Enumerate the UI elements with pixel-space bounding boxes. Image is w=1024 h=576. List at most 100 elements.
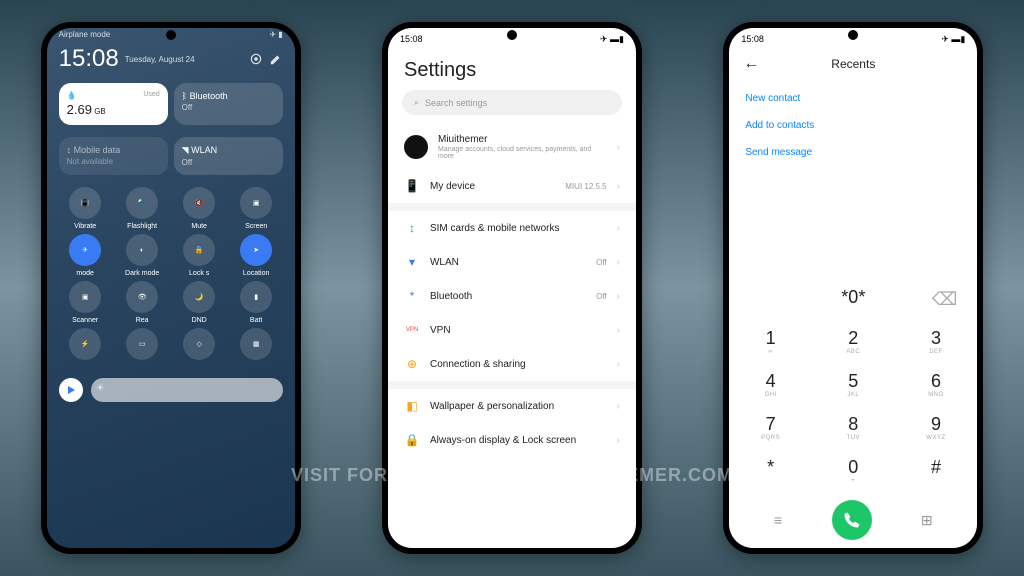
key-3[interactable]: 3DEF bbox=[895, 320, 978, 363]
row-icon: 🔒 bbox=[404, 432, 420, 448]
key-1[interactable]: 1∞ bbox=[729, 320, 812, 363]
bottom-row: ☀ bbox=[47, 370, 295, 410]
clock-date: Tuesday, August 24 bbox=[125, 55, 243, 64]
settings-row-wallpaper-personalization[interactable]: ◧Wallpaper & personalization› bbox=[388, 389, 636, 423]
toggle-icon: 🔇 bbox=[183, 187, 215, 219]
brightness-slider[interactable]: ☀ bbox=[91, 378, 283, 402]
link-add-to-contacts[interactable]: Add to contacts bbox=[745, 112, 961, 139]
backspace-button[interactable]: ⌫ bbox=[932, 289, 957, 310]
media-play-button[interactable] bbox=[59, 378, 83, 402]
link-new-contact[interactable]: New contact bbox=[745, 85, 961, 112]
wlan-tile[interactable]: ◥ WLAN Off bbox=[174, 137, 283, 175]
key-number: 1 bbox=[729, 328, 812, 349]
key-4[interactable]: 4GHI bbox=[729, 363, 812, 406]
key-number: * bbox=[729, 457, 812, 478]
toggle-icon: ▭ bbox=[126, 328, 158, 360]
edit-icon[interactable] bbox=[269, 52, 283, 66]
key-5[interactable]: 5JKL bbox=[812, 363, 895, 406]
toggle-Flashlight[interactable]: 🔦Flashlight bbox=[116, 187, 169, 230]
data-usage-tile[interactable]: 💧Used 2.69 GB bbox=[59, 83, 168, 125]
toggle-label: mode bbox=[76, 270, 94, 277]
toggle-label: Screen bbox=[245, 223, 267, 230]
toggle-Scanner[interactable]: ▣Scanner bbox=[59, 281, 112, 324]
toggle-blank[interactable]: ▭ bbox=[116, 328, 169, 364]
key-8[interactable]: 8TUV bbox=[812, 406, 895, 449]
key-2[interactable]: 2ABC bbox=[812, 320, 895, 363]
bluetooth-tile[interactable]: ᛒ Bluetooth Off bbox=[174, 83, 283, 125]
row-name: VPN bbox=[430, 325, 607, 336]
search-input[interactable]: ⌕Search settings bbox=[402, 90, 622, 115]
settings-row-my-device[interactable]: 📱My deviceMIUI 12.5.5› bbox=[388, 169, 636, 203]
settings-icon[interactable] bbox=[249, 52, 263, 66]
data-unit: GB bbox=[94, 107, 106, 116]
dialer-actions: ≡ ⊞ bbox=[729, 492, 977, 548]
dialpad: *0* ⌫ 1∞2ABC3DEF 4GHI5JKL6MNO 7PQRS8TUV9WX… bbox=[729, 275, 977, 548]
camera-notch bbox=[166, 30, 176, 40]
md-title: Mobile data bbox=[74, 145, 121, 155]
bluetooth-icon: ᛒ bbox=[182, 91, 190, 101]
toggle-DND[interactable]: 🌙DND bbox=[173, 281, 226, 324]
key-number: 5 bbox=[812, 371, 895, 392]
toggle-label: Scanner bbox=[72, 317, 98, 324]
toggle-mode[interactable]: ✈mode bbox=[59, 234, 112, 277]
row-icon: * bbox=[404, 288, 420, 304]
battery-icon: ✈ ▬▮ bbox=[600, 34, 624, 45]
chevron-right-icon: › bbox=[617, 325, 620, 336]
back-button[interactable]: ← bbox=[743, 55, 759, 73]
toggle-icon: ▣ bbox=[240, 187, 272, 219]
link-send-message[interactable]: Send message bbox=[745, 139, 961, 166]
key-*[interactable]: * bbox=[729, 449, 812, 492]
chevron-right-icon: › bbox=[617, 181, 620, 192]
settings-row-sim-cards-mobile-networks[interactable]: ↕SIM cards & mobile networks› bbox=[388, 211, 636, 245]
toggle-Rea[interactable]: 👁Rea bbox=[116, 281, 169, 324]
key-#[interactable]: # bbox=[895, 449, 978, 492]
settings-row-connection-sharing[interactable]: ⊕Connection & sharing› bbox=[388, 347, 636, 381]
camera-notch bbox=[507, 30, 517, 40]
dialer-screen: 15:08✈ ▬▮ ← Recents New contactAdd to co… bbox=[729, 28, 977, 548]
settings-row-vpn[interactable]: VPNVPN› bbox=[388, 313, 636, 347]
wlan-title: WLAN bbox=[191, 145, 217, 155]
row-name: Wallpaper & personalization bbox=[430, 401, 607, 412]
dialpad-icon[interactable]: ⊞ bbox=[921, 512, 933, 529]
key-number: 8 bbox=[812, 414, 895, 435]
key-letters: ∞ bbox=[729, 349, 812, 355]
key-letters: JKL bbox=[812, 392, 895, 398]
wlan-icon: ◥ bbox=[182, 145, 191, 155]
mobile-data-tile[interactable]: ↕ Mobile data Not available bbox=[59, 137, 168, 175]
key-letters: + bbox=[812, 478, 895, 484]
md-status: Not available bbox=[67, 157, 160, 166]
account-name: Miuithemer bbox=[438, 134, 607, 145]
toggle-Vibrate[interactable]: 📳Vibrate bbox=[59, 187, 112, 230]
toggle-icon: 👁 bbox=[126, 281, 158, 313]
settings-row-wlan[interactable]: ▾WLANOff› bbox=[388, 245, 636, 279]
toggle-Lock s[interactable]: 🔒Lock s bbox=[173, 234, 226, 277]
key-0[interactable]: 0+ bbox=[812, 449, 895, 492]
key-6[interactable]: 6MNO bbox=[895, 363, 978, 406]
toggle-Mute[interactable]: 🔇Mute bbox=[173, 187, 226, 230]
dial-input: *0* bbox=[841, 287, 865, 307]
row-name: My device bbox=[430, 181, 555, 192]
key-number: 7 bbox=[729, 414, 812, 435]
toggle-blank[interactable]: ▦ bbox=[230, 328, 283, 364]
chevron-right-icon: › bbox=[617, 359, 620, 370]
toggle-blank[interactable]: ◇ bbox=[173, 328, 226, 364]
toggle-Dark mode[interactable]: ◐Dark mode bbox=[116, 234, 169, 277]
toggle-blank[interactable]: ⚡ bbox=[59, 328, 112, 364]
row-icon: 📱 bbox=[404, 178, 420, 194]
key-7[interactable]: 7PQRS bbox=[729, 406, 812, 449]
toggle-icon: ➤ bbox=[240, 234, 272, 266]
mobiledata-icon: ↕ bbox=[67, 145, 74, 155]
call-button[interactable] bbox=[832, 500, 872, 540]
header-label: Airplane mode bbox=[59, 30, 111, 39]
settings-row-always-on-display-lock-screen[interactable]: 🔒Always-on display & Lock screen› bbox=[388, 423, 636, 457]
toggle-Batt[interactable]: ▮Batt bbox=[230, 281, 283, 324]
toggle-label: Lock s bbox=[189, 270, 209, 277]
settings-row-bluetooth[interactable]: *BluetoothOff› bbox=[388, 279, 636, 313]
account-row[interactable]: MiuithemerManage accounts, cloud service… bbox=[388, 125, 636, 169]
key-9[interactable]: 9WXYZ bbox=[895, 406, 978, 449]
menu-icon[interactable]: ≡ bbox=[774, 512, 782, 528]
toggle-Location[interactable]: ➤Location bbox=[230, 234, 283, 277]
control-center-screen: Airplane mode ✈ ▮ 15:08 Tuesday, August … bbox=[47, 28, 295, 548]
battery-icon: ✈ ▬▮ bbox=[941, 34, 965, 45]
toggle-Screen[interactable]: ▣ Screen bbox=[230, 187, 283, 230]
